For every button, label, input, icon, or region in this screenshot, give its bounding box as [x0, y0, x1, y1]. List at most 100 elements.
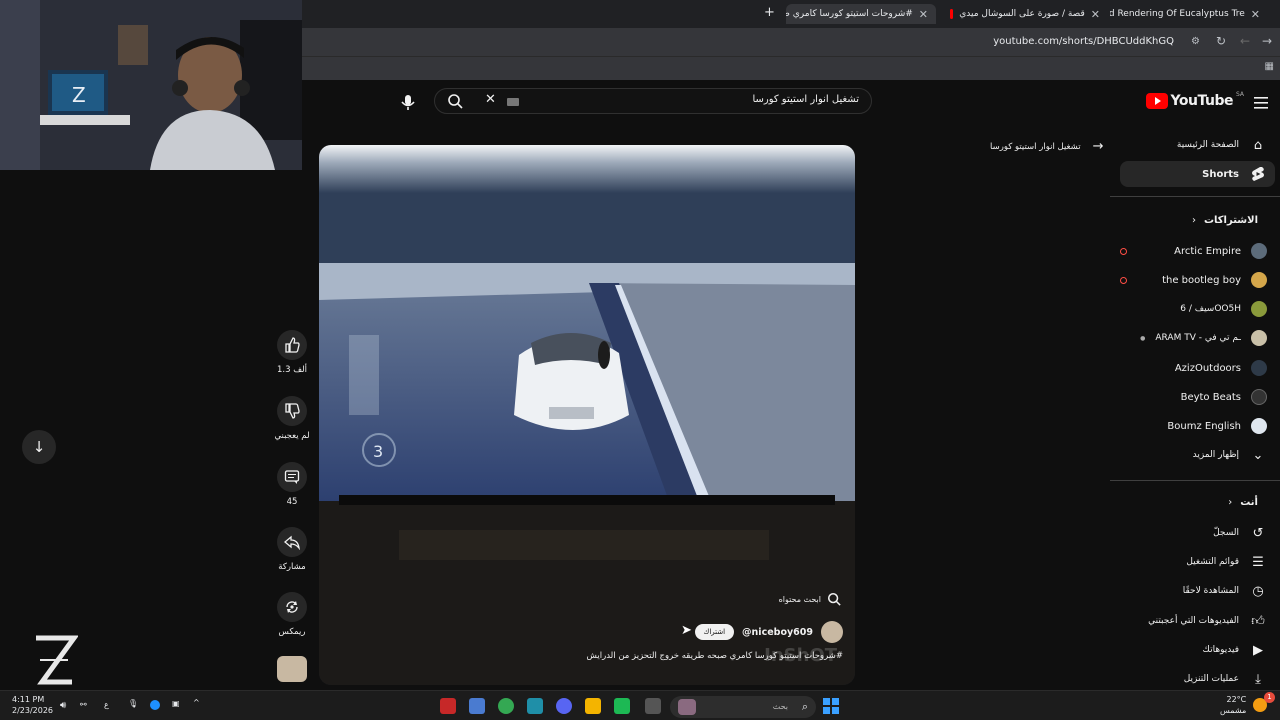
- search-icon[interactable]: [447, 93, 463, 113]
- url-text[interactable]: youtube.com/shorts/DHBCUddKhGQ: [993, 36, 1174, 47]
- channel-avatar: [1251, 301, 1267, 317]
- arrow-down-icon: ↓: [32, 438, 46, 456]
- mic-icon[interactable]: [398, 92, 418, 112]
- chevron-down-icon: ⌄: [1252, 447, 1264, 463]
- chevron-up-icon[interactable]: ^: [193, 698, 200, 707]
- volume-icon[interactable]: 🔊︎: [60, 700, 66, 711]
- sidebar-item-subscription[interactable]: AzizOutdoors: [1120, 355, 1275, 381]
- sidebar-item-playlists[interactable]: قوائم التشغيل ☰: [1120, 549, 1275, 575]
- reload-icon[interactable]: ↻: [1216, 34, 1226, 48]
- subscriptions-title: الاشتراكات: [1203, 215, 1258, 226]
- onedrive-icon[interactable]: [150, 700, 160, 710]
- youtube-favicon-icon: [950, 9, 954, 19]
- sidebar-divider: [1110, 196, 1280, 197]
- tray-app-icon[interactable]: ▣: [172, 699, 180, 708]
- search-similar-button[interactable]: ابحث محتواه: [779, 592, 841, 606]
- clear-search-icon[interactable]: ✕: [485, 92, 496, 107]
- youtube-logo[interactable]: YouTube SA: [1145, 91, 1244, 109]
- sidebar-item-shorts[interactable]: Shorts: [1120, 161, 1275, 187]
- subscribe-button[interactable]: اشتراك: [694, 624, 735, 640]
- notepad-icon[interactable]: [469, 698, 485, 714]
- close-tab-icon[interactable]: ✕: [1091, 8, 1100, 21]
- show-more-button[interactable]: إظهار المزيد ⌄: [1120, 442, 1275, 468]
- menu-icon[interactable]: [1254, 94, 1268, 113]
- clock-date: 2/23/2026: [12, 706, 54, 715]
- shorts-icon: [1249, 165, 1267, 183]
- new-content-dot-icon: ●: [1140, 334, 1146, 342]
- browser-tab[interactable]: ✕ 3d Rendering Of Eucalyptus Tre: [1110, 4, 1260, 24]
- channel-name[interactable]: @niceboy609: [742, 627, 813, 638]
- dislike-action[interactable]: لم يعجبني: [270, 396, 314, 441]
- task-view-icon[interactable]: [645, 698, 661, 714]
- channel-avatar: [1251, 330, 1267, 346]
- you-title: أنت: [1240, 497, 1258, 508]
- search-icon: [827, 592, 841, 606]
- like-action[interactable]: 1.3 ألف: [270, 330, 314, 375]
- windows-start-icon[interactable]: [823, 698, 839, 714]
- clock-icon: ◷: [1252, 583, 1264, 599]
- webcam-overlay: Z: [0, 0, 302, 170]
- sidebar-item-label: Beyto Beats: [1180, 391, 1241, 403]
- tab-title: قصة / صورة على السوشال ميدي: [959, 9, 1085, 19]
- thumb-up-icon[interactable]: [277, 330, 307, 360]
- show-more-label: إظهار المزيد: [1192, 450, 1239, 460]
- sidebar-item-subscription[interactable]: Beyto Beats: [1120, 384, 1275, 410]
- subscriptions-header[interactable]: الاشتراكات ‹: [1192, 215, 1258, 226]
- search-input[interactable]: تشغيل انوار استيتو كورسا: [752, 94, 859, 105]
- site-settings-icon[interactable]: ⚙: [1191, 36, 1200, 47]
- search-box[interactable]: ✕ تشغيل انوار استيتو كورسا: [434, 88, 872, 114]
- thumb-down-icon[interactable]: [277, 396, 307, 426]
- close-tab-icon[interactable]: ✕: [919, 8, 928, 21]
- app-icon-3[interactable]: [614, 698, 630, 714]
- forward-icon[interactable]: →: [1262, 34, 1272, 48]
- weather-widget[interactable]: 22°C مشمس: [1220, 694, 1246, 716]
- search-suggestion[interactable]: تشغيل انوار استيتو كورسا →: [990, 139, 1103, 154]
- channel-avatar[interactable]: [821, 621, 843, 643]
- you-header[interactable]: أنت ‹: [1228, 497, 1258, 508]
- discord-icon[interactable]: [556, 698, 572, 714]
- live-indicator-icon: [1120, 247, 1127, 255]
- file-explorer-icon[interactable]: [585, 698, 601, 714]
- sound-thumbnail[interactable]: [277, 656, 307, 682]
- sidebar-item-subscription[interactable]: سيف / 6OO5H: [1120, 296, 1275, 322]
- comments-action[interactable]: 45: [270, 462, 314, 507]
- back-icon[interactable]: ←: [1240, 34, 1250, 48]
- clock[interactable]: 4:11 PM 2/23/2026: [12, 694, 53, 716]
- app-icon-1[interactable]: [440, 698, 456, 714]
- network-icon[interactable]: ⚯: [80, 700, 87, 709]
- browser-tab[interactable]: ✕ قصة / صورة على السوشال ميدي: [950, 4, 1100, 24]
- youtube-header: ✕ تشغيل انوار استيتو كورسا YouTube SA: [302, 80, 1280, 124]
- sidebar-item-your-videos[interactable]: فيديوهاتك ▶: [1120, 637, 1275, 663]
- apps-grid-icon[interactable]: ▦: [1265, 61, 1274, 72]
- taskbar-search[interactable]: بحث ⌕: [670, 696, 816, 718]
- keyboard-icon[interactable]: [507, 98, 519, 106]
- sidebar-item-subscription[interactable]: Boumz English: [1120, 413, 1275, 439]
- sidebar-item-subscription[interactable]: the bootleg boy: [1120, 267, 1275, 293]
- microphone-icon[interactable]: 🎙︎: [128, 699, 138, 708]
- sidebar-item-history[interactable]: السجلّ ↺: [1120, 520, 1275, 546]
- remix-action[interactable]: ريمكس: [270, 592, 314, 637]
- short-video-player[interactable]: 3 ابحث محتواه اشتراك @niceboy609 #شروحات…: [319, 145, 855, 685]
- close-tab-icon[interactable]: ✕: [1251, 8, 1260, 21]
- live-indicator-icon: [1120, 276, 1127, 284]
- sidebar-item-subscription[interactable]: Arctic Empire: [1120, 238, 1275, 264]
- chrome-icon[interactable]: [498, 698, 514, 714]
- language-indicator[interactable]: ع: [104, 700, 109, 709]
- comment-icon[interactable]: [277, 462, 307, 492]
- sidebar-item-home[interactable]: الصفحة الرئيسية ⌂: [1120, 132, 1275, 158]
- sidebar-item-label: AzizOutdoors: [1174, 362, 1241, 374]
- sidebar-item-liked-videos[interactable]: الفيديوهات التي أعجبتني 👍︎: [1120, 608, 1275, 634]
- remix-icon[interactable]: [277, 592, 307, 622]
- sidebar-item-downloads[interactable]: عمليات التنزيل ⤓: [1120, 666, 1275, 692]
- tab-title: 3d Rendering Of Eucalyptus Tre: [1110, 9, 1245, 19]
- next-short-button[interactable]: ↓: [22, 430, 56, 464]
- browser-tab-active[interactable]: ✕ #شروحات استيتو كورسا كامري ص: [786, 4, 936, 24]
- gear-indicator: 3: [373, 442, 383, 461]
- app-icon-2[interactable]: [527, 698, 543, 714]
- sidebar-divider: [1110, 480, 1280, 481]
- new-tab-button[interactable]: +: [764, 5, 775, 20]
- sidebar-item-watch-later[interactable]: المشاهدة لاحقًا ◷: [1120, 578, 1275, 604]
- share-icon[interactable]: [277, 527, 307, 557]
- share-action[interactable]: مشاركة: [270, 527, 314, 572]
- sidebar-item-subscription[interactable]: ● ARAM TV - ـم تي في: [1120, 325, 1275, 351]
